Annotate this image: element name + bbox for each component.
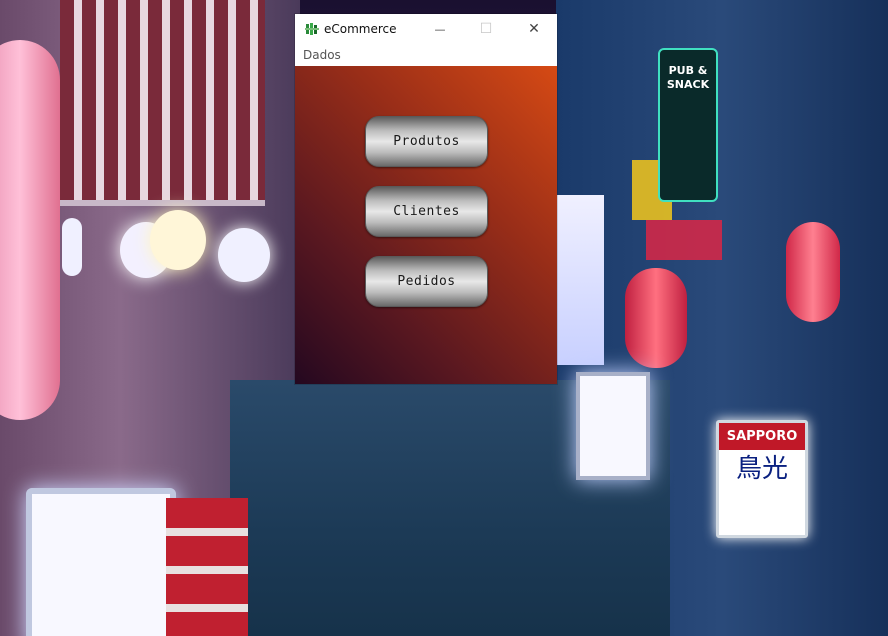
neon-sign [646, 220, 722, 260]
main-panel: Produtos Clientes Pedidos [295, 66, 557, 384]
clientes-button[interactable]: Clientes [365, 186, 488, 237]
paper-lantern [62, 218, 82, 276]
menu-dados[interactable]: Dados [303, 48, 341, 62]
ecommerce-window: eCommerce — ☐ ✕ Dados Produtos Clientes … [295, 14, 557, 384]
red-lantern [786, 222, 840, 322]
window-title: eCommerce [324, 22, 397, 36]
sapporo-sign-title: SAPPORO [719, 423, 805, 450]
produtos-button[interactable]: Produtos [365, 116, 488, 167]
menu-bar: Dados [295, 44, 557, 66]
maximize-button[interactable]: ☐ [463, 14, 509, 44]
paper-lantern [218, 228, 270, 282]
minimize-icon: — [434, 22, 446, 36]
street-poster [556, 195, 604, 365]
minimize-button[interactable]: — [417, 14, 463, 44]
beer-crates [166, 498, 248, 636]
close-button[interactable]: ✕ [511, 14, 557, 44]
light-sign [576, 372, 650, 480]
sapporo-sign: SAPPORO 鳥光 [716, 420, 808, 538]
close-icon: ✕ [528, 21, 540, 37]
app-icon [305, 23, 319, 35]
tall-lantern [0, 40, 60, 420]
title-bar[interactable]: eCommerce — ☐ ✕ [295, 14, 557, 44]
pub-sign-text: PUB & SNACK [666, 64, 710, 91]
pedidos-button[interactable]: Pedidos [365, 256, 488, 307]
maximize-icon: ☐ [479, 21, 493, 37]
lightbox-sign [26, 488, 176, 636]
pub-snack-sign: PUB & SNACK [658, 48, 718, 202]
sapporo-sign-kanji: 鳥光 [735, 454, 788, 484]
paper-lantern [150, 210, 206, 270]
red-lantern [625, 268, 687, 368]
striped-awning [60, 0, 265, 206]
